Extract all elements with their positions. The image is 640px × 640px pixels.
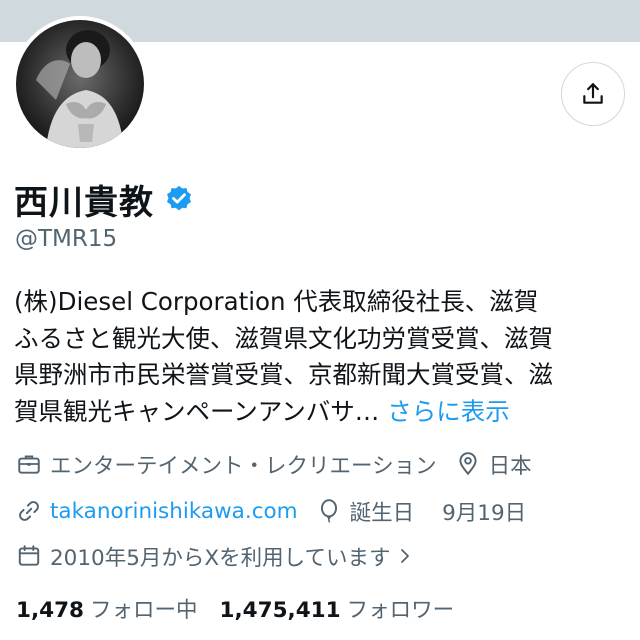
share-button[interactable] [561, 62, 625, 126]
category-label: エンターテイメント・レクリエーション [50, 453, 437, 479]
profile-birthday: 誕生日 9月19日 [316, 496, 527, 527]
profile-stats: 1,478 フォロー中 1,475,411 フォロワー [16, 590, 476, 626]
followers-link[interactable]: 1,475,411 フォロワー [220, 593, 455, 624]
calendar-icon [18, 545, 40, 566]
profile-meta-row-3[interactable]: 2010年5月からXを利用しています [16, 538, 432, 574]
birthday-label: 誕生日 [349, 500, 415, 526]
share-icon [583, 83, 603, 104]
following-label: フォロー中 [90, 597, 198, 623]
profile-handle: @TMR15 [15, 226, 118, 252]
display-name: 西川貴教 [14, 182, 154, 223]
verified-badge-icon[interactable] [164, 184, 194, 214]
profile-joined[interactable]: 2010年5月からXを利用しています [16, 541, 414, 572]
website-link[interactable]: takanorinishikawa.com [50, 499, 298, 524]
profile-bio: (株)Diesel Corporation 代表取締役社長、滋賀 ふるさと観光大… [14, 284, 628, 430]
profile-website[interactable]: takanorinishikawa.com [16, 498, 298, 524]
profile-name-row: 西川貴教 [14, 176, 194, 223]
location-pin-icon [459, 452, 477, 476]
following-count: 1,478 [16, 597, 85, 623]
avatar[interactable] [12, 16, 148, 152]
briefcase-icon [18, 455, 40, 474]
link-icon [19, 501, 39, 521]
bio-line: 県野洲市市民栄誉賞受賞、京都新聞大賞受賞、滋 [14, 360, 553, 389]
bio-line-last: 賀県観光キャンペーンアンバサ… さらに表示 [14, 394, 628, 431]
birthday-value: 9月19日 [442, 500, 527, 526]
followers-label: フォロワー [346, 597, 455, 623]
location-label: 日本 [488, 453, 532, 479]
bio-line: 賀県観光キャンペーンアンバサ… [14, 396, 380, 426]
profile-meta-row-2: takanorinishikawa.com 誕生日 9月19日 [16, 493, 544, 529]
joined-label: 2010年5月からXを利用しています [50, 545, 391, 571]
profile-meta-row-1: エンターテイメント・レクリエーション 日本 [16, 446, 550, 482]
balloon-icon [320, 499, 337, 523]
profile-location: 日本 [455, 449, 532, 480]
following-link[interactable]: 1,478 フォロー中 [16, 593, 198, 624]
bio-line: ふるさと観光大使、滋賀県文化功労賞受賞、滋賀 [14, 323, 553, 353]
chevron-right-icon [401, 549, 410, 563]
bio-line: (株)Diesel Corporation 代表取締役社長、滋賀 [14, 287, 539, 316]
profile-category: エンターテイメント・レクリエーション [16, 449, 437, 480]
avatar-photo [16, 20, 144, 148]
followers-count: 1,475,411 [219, 597, 341, 623]
bio-show-more-link[interactable]: さらに表示 [387, 397, 510, 426]
